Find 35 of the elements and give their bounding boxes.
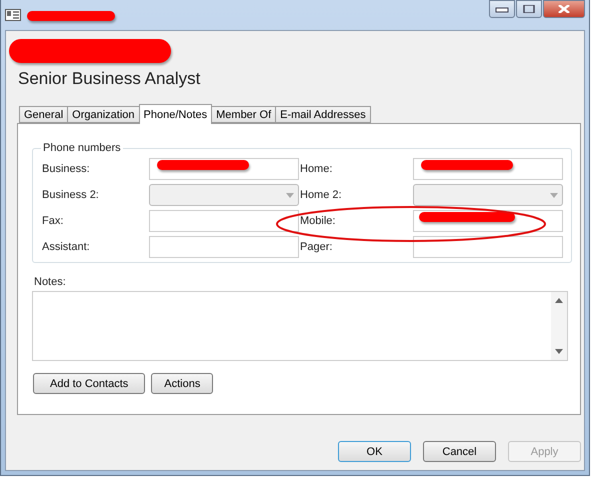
tab[interactable]: E-mail Addresses bbox=[275, 106, 371, 123]
dropdown-arrow-icon bbox=[550, 192, 558, 198]
contact-card-icon bbox=[5, 9, 21, 21]
minimize-button[interactable] bbox=[489, 0, 515, 18]
field-label: Pager: bbox=[299, 241, 332, 253]
field-label: Business 2: bbox=[41, 189, 99, 201]
field-label: Home: bbox=[299, 163, 332, 175]
field-label: Business: bbox=[41, 163, 90, 175]
tab[interactable]: Member Of bbox=[211, 106, 276, 123]
dialog-button[interactable]: Cancel bbox=[423, 441, 496, 462]
phone-field[interactable] bbox=[149, 236, 299, 258]
tab[interactable]: General bbox=[19, 106, 68, 123]
phone-field[interactable] bbox=[149, 210, 299, 232]
job-title: Senior Business Analyst bbox=[18, 69, 202, 90]
field-label: Mobile: bbox=[299, 215, 336, 227]
field-label: Home 2: bbox=[299, 189, 342, 201]
minimize-icon bbox=[495, 5, 509, 13]
close-button[interactable] bbox=[543, 0, 585, 18]
dialog-button[interactable]: OK bbox=[338, 441, 411, 462]
tab[interactable]: Organization bbox=[67, 106, 140, 123]
maximize-icon bbox=[522, 5, 536, 13]
group-title: Phone numbers bbox=[42, 142, 122, 154]
field-label: Fax: bbox=[41, 215, 64, 227]
notes-label: Notes: bbox=[34, 276, 67, 288]
maximize-button[interactable] bbox=[516, 0, 542, 18]
field-label: Assistant: bbox=[41, 241, 90, 253]
notes-field[interactable] bbox=[32, 291, 568, 361]
scroll-up-icon[interactable] bbox=[555, 298, 563, 303]
tab[interactable]: Phone/Notes bbox=[138, 104, 212, 124]
phone-field[interactable] bbox=[413, 236, 563, 258]
dropdown-arrow-icon bbox=[286, 192, 294, 198]
scroll-down-icon[interactable] bbox=[555, 349, 563, 354]
close-icon bbox=[557, 5, 571, 13]
panel-button[interactable]: Actions bbox=[151, 373, 214, 394]
panel-button[interactable]: Add to Contacts bbox=[33, 373, 146, 394]
